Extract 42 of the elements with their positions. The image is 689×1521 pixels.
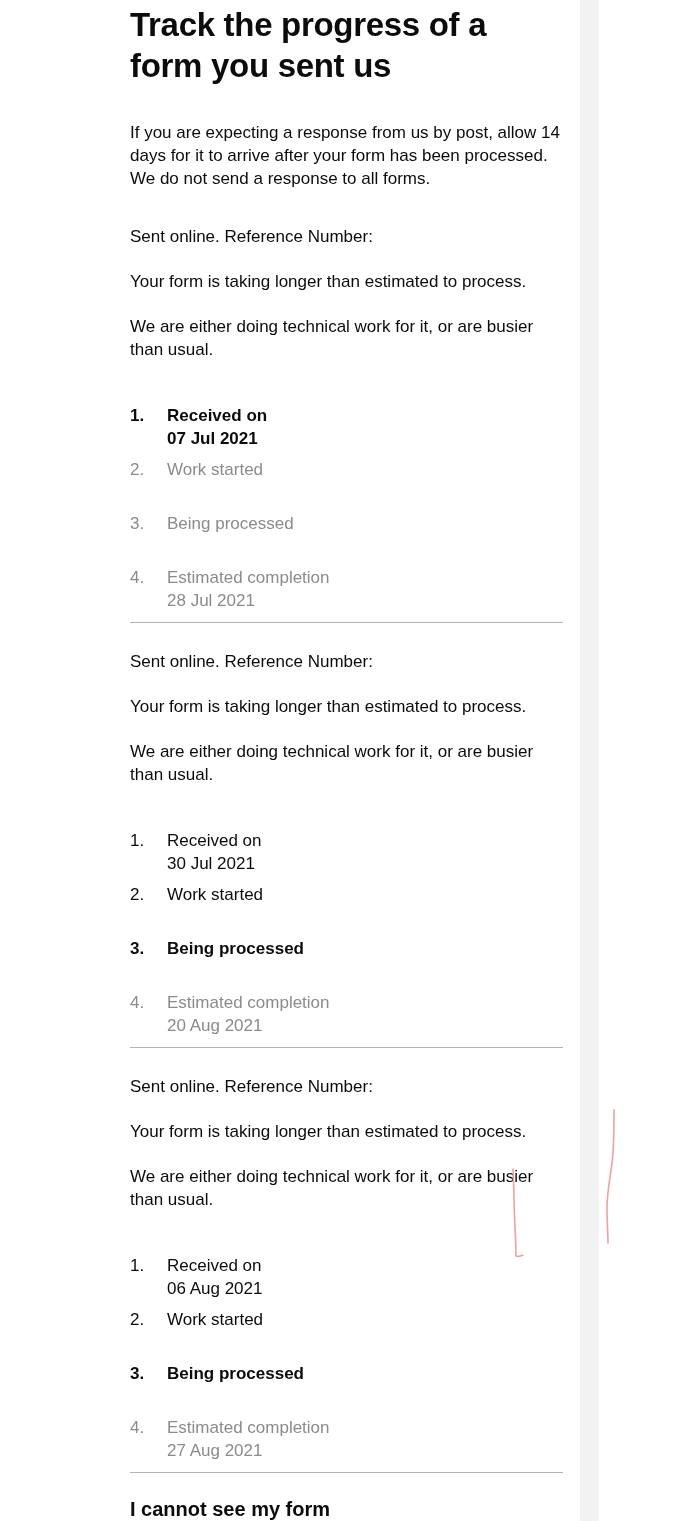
- reference-label: Sent online. Reference Number:: [130, 226, 373, 248]
- notice-text: Your form is taking longer than estimated to process.: [130, 1121, 528, 1143]
- step-label: Being processed: [167, 938, 304, 960]
- intro-text: If you are expecting a response from us by post, allow 14 days for it to arrive after your form has been processed. We do not send a response to all forms.: [130, 122, 561, 190]
- step-label: Work started: [167, 1309, 264, 1331]
- step-date: 20 Aug 2021: [167, 1015, 263, 1037]
- step-label: Received on: [167, 405, 268, 427]
- step-date: 30 Jul 2021: [167, 853, 255, 875]
- step-label: Received on: [167, 1255, 262, 1277]
- step-number: 2.: [130, 1309, 146, 1331]
- notice-text: Your form is taking longer than estimated to process.: [130, 696, 528, 718]
- notice-text: We are either doing technical work for it, or are busier than usual.: [130, 1166, 535, 1211]
- step-date: 28 Jul 2021: [167, 590, 255, 612]
- step-label: Being processed: [167, 513, 294, 535]
- step-number: 3.: [130, 513, 146, 535]
- notice-text: We are either doing technical work for it, or are busier than usual.: [130, 316, 535, 361]
- step-number: 3.: [130, 938, 146, 960]
- step-number: 1.: [130, 1255, 146, 1277]
- step-date: 27 Aug 2021: [167, 1440, 263, 1462]
- step-number: 1.: [130, 405, 146, 427]
- step-label: Received on: [167, 830, 262, 852]
- step-label: Work started: [167, 884, 264, 906]
- step-date: 07 Jul 2021: [167, 428, 258, 450]
- step-label: Being processed: [167, 1363, 304, 1385]
- step-number: 2.: [130, 459, 146, 481]
- step-number: 4.: [130, 1417, 146, 1439]
- step-label: Work started: [167, 459, 264, 481]
- reference-label: Sent online. Reference Number:: [130, 1076, 373, 1098]
- notice-text: We are either doing technical work for it, or are busier than usual.: [130, 741, 535, 786]
- step-number: 4.: [130, 567, 146, 589]
- step-number: 2.: [130, 884, 146, 906]
- page-title: Track the progress of a form you sent us: [130, 5, 488, 86]
- section-heading: I cannot see my form: [130, 1500, 331, 1519]
- step-number: 4.: [130, 992, 146, 1014]
- reference-label: Sent online. Reference Number:: [130, 651, 373, 673]
- step-number: 3.: [130, 1363, 146, 1385]
- step-date: 06 Aug 2021: [167, 1278, 263, 1300]
- step-label: Estimated completion: [167, 1417, 330, 1439]
- notice-text: Your form is taking longer than estimated to process.: [130, 271, 528, 293]
- step-label: Estimated completion: [167, 567, 330, 589]
- step-label: Estimated completion: [167, 992, 330, 1014]
- step-number: 1.: [130, 830, 146, 852]
